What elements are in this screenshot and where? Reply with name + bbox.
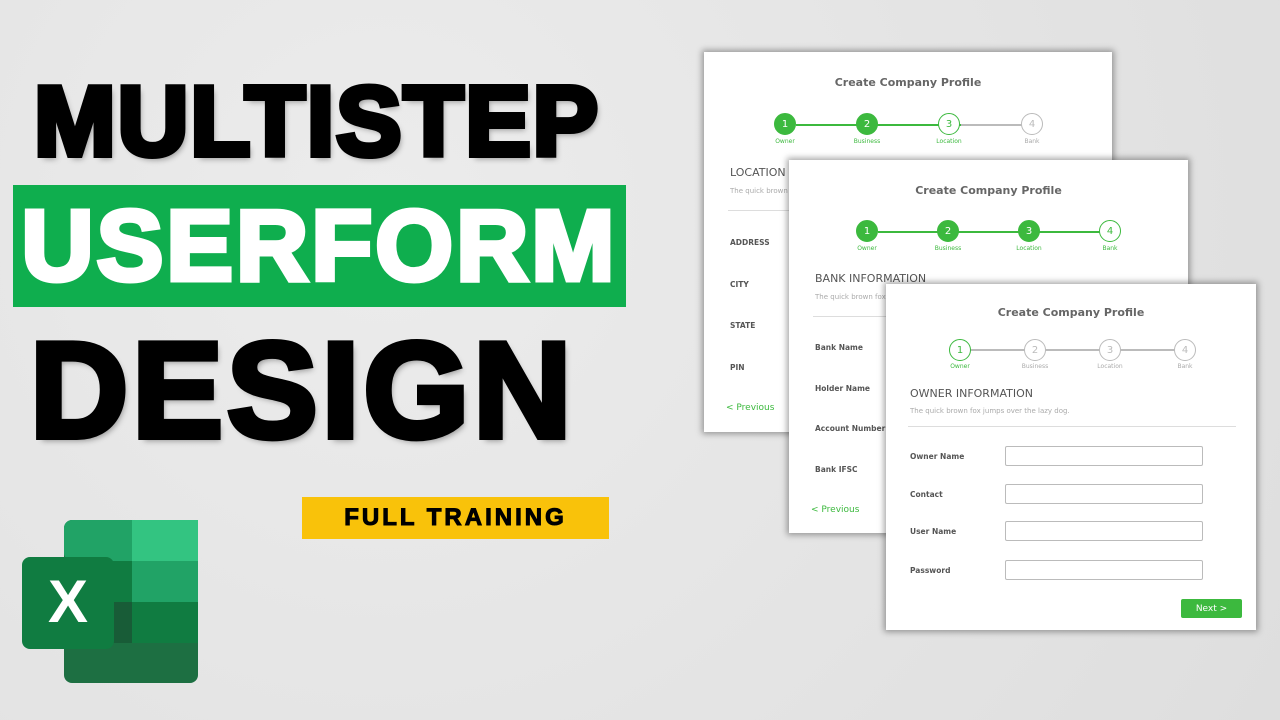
field-label: Owner Name	[910, 452, 965, 461]
field-label: PIN	[730, 363, 745, 372]
headline-userform: USERFORM	[19, 190, 618, 302]
step-1[interactable]: 1	[949, 339, 971, 361]
section-title: LOCATION	[730, 166, 786, 179]
field-label: ADDRESS	[730, 238, 770, 247]
step-label: Business	[1021, 363, 1049, 370]
step-1[interactable]: 1	[856, 220, 878, 242]
next-button[interactable]: Next >	[1181, 599, 1242, 618]
owner-name-input[interactable]	[1005, 446, 1203, 466]
full-training-badge: FULL TRAINING	[302, 497, 609, 539]
step-label: Owner	[950, 363, 970, 370]
step-3[interactable]: 3	[1099, 339, 1121, 361]
headline-multistep: MULTISTEP	[31, 66, 601, 176]
field-label: Account Number	[815, 424, 886, 433]
step-label: Bank	[1177, 363, 1193, 370]
field-label: User Name	[910, 527, 957, 536]
excel-logo-icon: X	[22, 520, 198, 683]
step-1[interactable]: 1	[774, 113, 796, 135]
step-label: Business	[853, 138, 881, 145]
previous-button[interactable]: < Previous	[811, 505, 859, 515]
step-4[interactable]: 4	[1099, 220, 1121, 242]
step-label: Location	[936, 138, 962, 145]
field-label: Password	[910, 566, 951, 575]
step-label: Location	[1016, 245, 1042, 252]
step-label: Bank	[1102, 245, 1118, 252]
badge-text: FULL TRAINING	[344, 504, 567, 532]
owner-form-card: Create Company Profile 1 2 3 4 Owner Bus…	[886, 284, 1256, 630]
step-2[interactable]: 2	[937, 220, 959, 242]
password-input[interactable]	[1005, 560, 1203, 580]
step-2[interactable]: 2	[1024, 339, 1046, 361]
form-title: Create Company Profile	[834, 76, 982, 89]
step-4[interactable]: 4	[1021, 113, 1043, 135]
contact-input[interactable]	[1005, 484, 1203, 504]
previous-button[interactable]: < Previous	[726, 403, 774, 413]
field-label: Bank IFSC	[815, 465, 858, 474]
user-name-input[interactable]	[1005, 521, 1203, 541]
step-label: Location	[1097, 363, 1123, 370]
step-3[interactable]: 3	[938, 113, 960, 135]
step-label: Owner	[857, 245, 877, 252]
field-label: STATE	[730, 321, 756, 330]
headline-userform-banner: USERFORM	[13, 185, 626, 307]
field-label: Bank Name	[815, 343, 863, 352]
field-label: Holder Name	[815, 384, 871, 393]
headline-design: DESIGN	[27, 314, 576, 466]
section-title: OWNER INFORMATION	[910, 387, 1033, 400]
form-title: Create Company Profile	[997, 306, 1145, 319]
form-title: Create Company Profile	[915, 184, 1062, 197]
step-label: Bank	[1024, 138, 1040, 145]
step-4[interactable]: 4	[1174, 339, 1196, 361]
step-label: Business	[934, 245, 962, 252]
field-label: CITY	[730, 280, 749, 289]
step-label: Owner	[775, 138, 795, 145]
step-3[interactable]: 3	[1018, 220, 1040, 242]
step-2[interactable]: 2	[856, 113, 878, 135]
section-subtitle: The quick brown fox jumps over the lazy …	[910, 407, 1070, 415]
svg-text:X: X	[48, 568, 88, 635]
field-label: Contact	[910, 490, 943, 499]
